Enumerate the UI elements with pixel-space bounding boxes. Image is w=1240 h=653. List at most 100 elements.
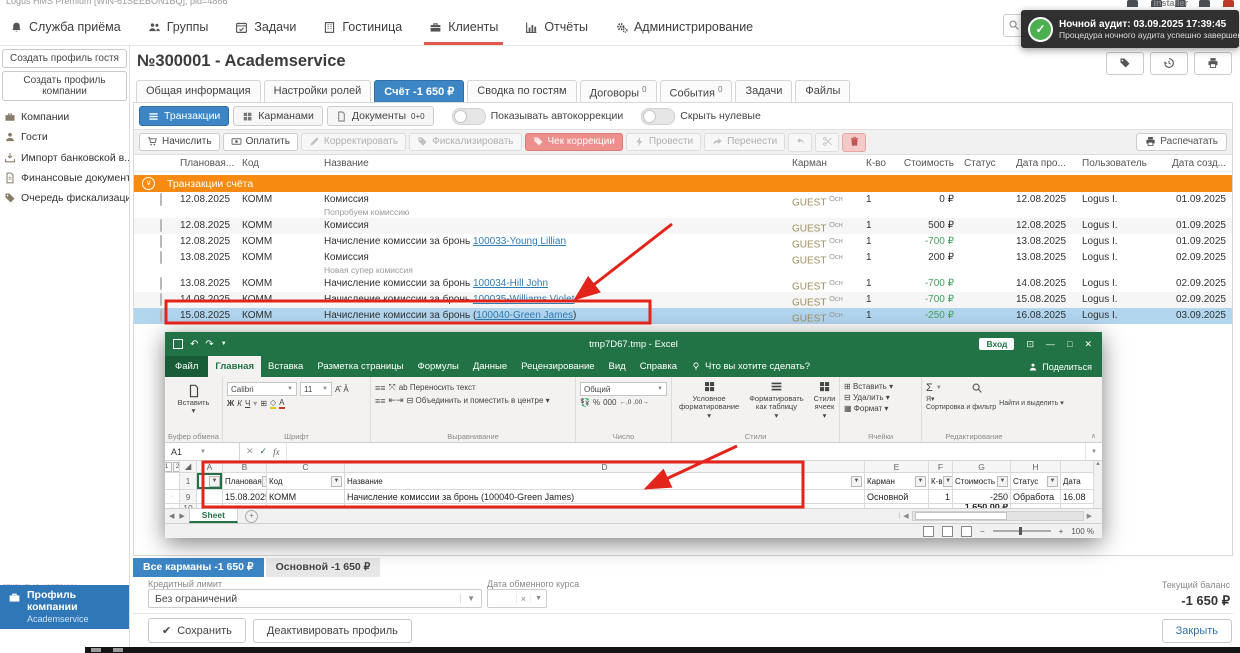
create-guest-profile-button[interactable]: Создать профиль гостя [2, 49, 127, 68]
table-row[interactable]: 12.08.2025КОММНачисление комиссии за бро… [134, 234, 1232, 250]
name-box[interactable]: A1 [171, 447, 182, 457]
borders-icon[interactable]: ⊞ [260, 399, 267, 408]
excel-menu-3[interactable]: Вставка [261, 356, 310, 377]
clear-icon[interactable]: × [516, 594, 530, 604]
toggle-switch[interactable] [641, 108, 675, 125]
row-checkbox[interactable] [160, 310, 180, 321]
excel-menu-4[interactable]: Разметка страницы [310, 356, 410, 377]
percent-icon[interactable]: % [593, 398, 600, 407]
normal-view-icon[interactable] [923, 526, 934, 537]
row-checkbox[interactable] [160, 278, 180, 289]
row-number-1[interactable]: 1 [180, 473, 197, 490]
row-checkbox[interactable] [160, 294, 180, 305]
sidebar-item-2[interactable]: Гости [0, 127, 129, 147]
grid-horizontal-scrollbar[interactable] [912, 511, 1084, 521]
column-header[interactable]: Название [324, 158, 792, 169]
grid-vertical-scrollbar[interactable]: ▲ [1093, 461, 1102, 508]
table-row[interactable]: 13.08.2025КОММНачисление комиссии за бро… [134, 276, 1232, 292]
table-row[interactable]: 12.08.2025КОММКомиссияGUEST Осн1500 ₽12.… [134, 218, 1232, 234]
column-letter-E[interactable]: E [865, 461, 929, 473]
formula-input[interactable] [287, 443, 1085, 460]
exchange-date-input[interactable]: ×▼ [487, 589, 547, 608]
table-row[interactable]: 13.08.2025КОММКомиссияНовая супер комисс… [134, 250, 1232, 276]
align-left-icons[interactable]: ≡≡ [375, 396, 386, 406]
excel-menu-5[interactable]: Формулы [411, 356, 466, 377]
close-icon[interactable]: ✕ [1084, 339, 1092, 350]
filter-dropdown-icon[interactable]: ▼ [915, 476, 926, 487]
add-sheet-icon[interactable]: + [245, 510, 258, 523]
italic-button[interactable]: К [237, 399, 242, 408]
filter-cell-b[interactable]: Плановая▼ [223, 473, 267, 490]
row-checkbox[interactable] [160, 252, 180, 263]
format-as-table-button[interactable]: Форматировать как таблицу ▾ [746, 380, 806, 430]
sheet-nav-icons[interactable]: ◀▶ [165, 509, 189, 523]
booking-link[interactable]: 100035-Williams Violet [473, 294, 575, 305]
nav-item-4[interactable]: Гостиница [323, 8, 402, 45]
number-format-select[interactable]: Общий▼ [580, 382, 667, 396]
calendar-dropdown-icon[interactable]: ▼ [530, 595, 546, 602]
font-color-icon[interactable]: А [279, 398, 284, 409]
collapse-ribbon-icon[interactable]: ∧ [1091, 432, 1096, 440]
column-letter-C[interactable]: C [267, 461, 345, 473]
paste-button[interactable]: Вставить ▾ [169, 384, 218, 416]
sidebar-item-4[interactable]: Финансовые документы [0, 168, 129, 188]
action-button-корректировать[interactable]: Корректировать [301, 133, 406, 150]
sidebar-item-3[interactable]: Импорт банковской в... [0, 147, 129, 167]
column-header[interactable]: Стоимость [896, 158, 954, 169]
toggle-1[interactable]: Показывать автокоррекции [452, 108, 624, 125]
column-header[interactable]: Статус [954, 158, 1010, 169]
zoom-slider[interactable] [993, 530, 1051, 532]
find-select-icon[interactable] [971, 382, 983, 394]
column-letter-A[interactable]: A [197, 461, 223, 473]
view-button-2[interactable]: Карманами [233, 106, 323, 126]
sidebar-item-1[interactable]: Компании [0, 107, 129, 127]
data-cell-f[interactable]: 1 [929, 490, 953, 504]
zoom-out-icon[interactable]: − [980, 527, 985, 536]
row-number-10[interactable]: 10 [180, 504, 197, 508]
indent-icons[interactable]: ⇤⇥ [389, 395, 404, 406]
filter-cell-d[interactable]: Название▼ [345, 473, 865, 490]
orientation-icon[interactable]: ⤧ [389, 382, 396, 393]
fx-icon[interactable]: fx [273, 447, 280, 457]
undo-button[interactable] [788, 133, 812, 152]
excel-menu-2[interactable]: Главная [208, 356, 261, 377]
cell-styles-button[interactable]: Стили ячеек ▾ [811, 380, 839, 430]
nav-item-5[interactable]: Клиенты [429, 8, 498, 45]
column-header[interactable]: К-во [866, 158, 896, 169]
zoom-in-icon[interactable]: + [1059, 527, 1064, 536]
fill-color-icon[interactable]: ◇ [270, 398, 276, 409]
nav-item-7[interactable]: Администрирование [615, 8, 753, 45]
table-row[interactable]: 15.08.2025КОММНачисление комиссии за бро… [134, 308, 1232, 324]
excel-menu-1[interactable]: Файл [165, 356, 208, 377]
font-size-select[interactable]: 11▼ [300, 382, 332, 396]
close-button[interactable]: Закрыть [1162, 619, 1232, 643]
hscroll-left-icon[interactable]: ◀ [903, 512, 908, 520]
filter-dropdown-icon[interactable]: ▼ [851, 476, 862, 487]
toggle-switch[interactable] [452, 108, 486, 125]
action-button-провести[interactable]: Провести [626, 133, 701, 150]
sort-filter-button[interactable]: Я▾Сортировка и фильтр [926, 396, 996, 412]
excel-menu-6[interactable]: Данные [466, 356, 514, 377]
thousands-icon[interactable]: 000 [603, 398, 616, 407]
data-cell-h[interactable]: Обработа [1011, 490, 1061, 504]
bold-button[interactable]: Ж [227, 399, 234, 408]
history-button[interactable] [1150, 52, 1188, 75]
filter-dropdown-icon[interactable]: ▼ [997, 476, 1008, 487]
table-row[interactable]: 12.08.2025КОММКомиссияПопробуем комиссию… [134, 192, 1232, 218]
night-audit-toast[interactable]: ✓ Ночной аудит: 03.09.2025 17:39:45 Проц… [1021, 10, 1239, 48]
excel-share-button[interactable]: Поделиться [1028, 356, 1102, 377]
excel-menu-9[interactable]: Справка [633, 356, 684, 377]
wrap-text-button[interactable]: ab Переносить текст [399, 383, 476, 392]
nav-item-2[interactable]: Группы [148, 8, 209, 45]
data-cell-d[interactable]: Начисление комиссии за бронь (100040-Gre… [345, 490, 865, 504]
column-letter-B[interactable]: B [223, 461, 267, 473]
data-cell-c[interactable]: КОММ [267, 490, 345, 504]
tag-button[interactable] [1106, 52, 1144, 75]
column-header[interactable]: Карман [792, 158, 866, 169]
column-letter-G[interactable]: G [953, 461, 1011, 473]
filter-dropdown-icon[interactable]: ▼ [209, 476, 220, 487]
nav-item-1[interactable]: Служба приёма [10, 8, 121, 45]
filter-cell-a[interactable]: ▼ [197, 473, 223, 490]
open-card-company-profile[interactable]: Профиль компании Academservice [0, 585, 129, 629]
outline-level-buttons[interactable]: 12 [165, 461, 180, 473]
